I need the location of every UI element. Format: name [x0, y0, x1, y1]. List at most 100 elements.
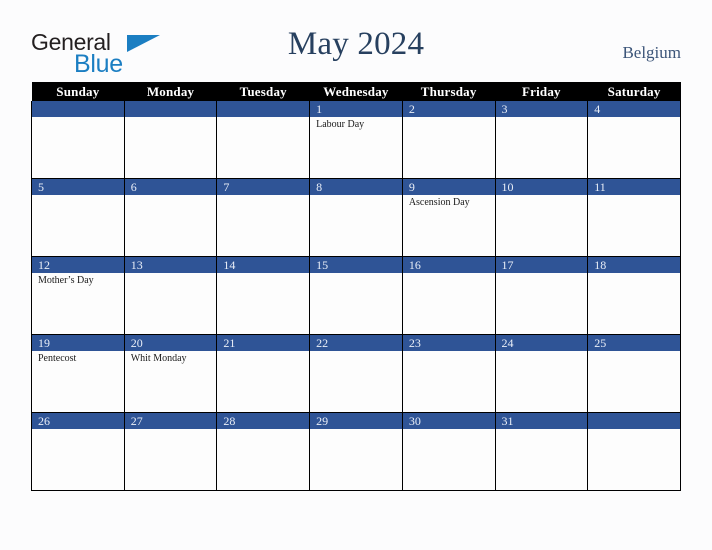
calendar-empty-cell	[123, 101, 218, 179]
calendar-day-cell[interactable]: 24	[494, 334, 589, 413]
page-header: General Blue May 2024 Belgium	[0, 0, 712, 80]
day-number: 22	[310, 335, 402, 351]
calendar-day-cell[interactable]: 19 Pentecost	[31, 334, 125, 413]
day-events	[310, 429, 402, 431]
calendar-day-cell[interactable]: 23	[401, 334, 496, 413]
day-events	[217, 117, 309, 119]
holiday-event: Ascension Day	[408, 197, 470, 208]
day-number: 3	[495, 101, 588, 117]
weekday-header-sunday: Sunday	[31, 82, 125, 101]
day-number: 21	[217, 335, 310, 351]
day-number: 26	[32, 413, 124, 429]
weekday-header-row: Sunday Monday Tuesday Wednesday Thursday…	[31, 82, 681, 101]
calendar-day-cell[interactable]: 4	[587, 101, 681, 179]
calendar-day-cell[interactable]: 31	[494, 412, 589, 491]
day-number: 7	[217, 179, 310, 195]
weekday-header-friday: Friday	[495, 82, 588, 101]
calendar-day-cell[interactable]: 10	[494, 178, 589, 257]
day-number: 30	[402, 413, 495, 429]
holiday-event: Pentecost	[38, 353, 77, 364]
calendar-day-cell[interactable]: 21	[216, 334, 311, 413]
day-number: 16	[402, 257, 495, 273]
calendar-day-cell[interactable]: 26	[31, 412, 125, 491]
holiday-event: Labour Day	[316, 119, 365, 130]
day-number: 5	[32, 179, 124, 195]
day-events	[403, 273, 495, 275]
day-number: 28	[217, 413, 310, 429]
day-number: 14	[217, 257, 310, 273]
calendar-day-cell[interactable]: 3	[494, 101, 589, 179]
day-events	[310, 273, 402, 275]
day-number: 31	[495, 413, 588, 429]
calendar-empty-cell	[31, 101, 125, 179]
day-events	[496, 195, 588, 197]
day-events	[403, 351, 495, 353]
day-number: 20	[124, 335, 217, 351]
day-events	[496, 273, 588, 275]
day-events	[588, 117, 680, 119]
day-events	[310, 195, 402, 197]
calendar-day-cell[interactable]: 29	[309, 412, 403, 491]
day-events	[403, 429, 495, 431]
day-events	[217, 351, 309, 353]
day-events	[125, 117, 217, 119]
day-events: Whit Monday	[125, 351, 217, 365]
day-number: 23	[402, 335, 495, 351]
day-number: 2	[402, 101, 495, 117]
calendar-day-cell[interactable]: 22	[309, 334, 403, 413]
calendar-day-cell[interactable]: 27	[123, 412, 218, 491]
calendar-week-row: 12 Mother’s Day 13 14 15 16 17 18	[31, 256, 681, 335]
day-number: 11	[588, 179, 680, 195]
day-events	[32, 429, 124, 431]
day-events	[125, 273, 217, 275]
calendar-day-cell[interactable]: 20 Whit Monday	[123, 334, 218, 413]
day-events	[125, 429, 217, 431]
day-events	[32, 117, 124, 119]
calendar-day-cell[interactable]: 13	[123, 256, 218, 335]
calendar-day-cell[interactable]: 1 Labour Day	[309, 101, 403, 179]
calendar-day-cell[interactable]: 25	[587, 334, 681, 413]
day-events	[32, 195, 124, 197]
day-number: 10	[495, 179, 588, 195]
day-number: 12	[32, 257, 124, 273]
calendar-day-cell[interactable]: 6	[123, 178, 218, 257]
weekday-header-tuesday: Tuesday	[216, 82, 310, 101]
day-events	[217, 195, 309, 197]
calendar-day-cell[interactable]: 15	[309, 256, 403, 335]
day-events	[496, 117, 588, 119]
day-number: 15	[310, 257, 402, 273]
day-events	[588, 195, 680, 197]
day-events	[496, 351, 588, 353]
day-number: 24	[495, 335, 588, 351]
calendar-day-cell[interactable]: 12 Mother’s Day	[31, 256, 125, 335]
calendar-week-row: 26 27 28 29 30 31	[31, 412, 681, 491]
calendar-day-cell[interactable]: 30	[401, 412, 496, 491]
holiday-event: Mother’s Day	[38, 275, 94, 286]
day-events	[588, 351, 680, 353]
day-number: 29	[310, 413, 402, 429]
calendar-day-cell[interactable]: 17	[494, 256, 589, 335]
weekday-header-monday: Monday	[124, 82, 217, 101]
calendar-day-cell[interactable]: 28	[216, 412, 311, 491]
calendar-week-row: 19 Pentecost 20 Whit Monday 21 22 23 24 25	[31, 334, 681, 413]
day-number: 18	[588, 257, 680, 273]
calendar-week-row: 5 6 7 8 9 Ascension Day 10 11	[31, 178, 681, 257]
calendar-header-row-group: Sunday Monday Tuesday Wednesday Thursday…	[31, 82, 681, 101]
calendar-day-cell[interactable]: 14	[216, 256, 311, 335]
day-number: 4	[588, 101, 680, 117]
calendar-day-cell[interactable]: 9 Ascension Day	[401, 178, 496, 257]
calendar-day-cell[interactable]: 2	[401, 101, 496, 179]
calendar-day-cell[interactable]: 11	[587, 178, 681, 257]
calendar-day-cell[interactable]: 7	[216, 178, 311, 257]
calendar-day-cell[interactable]: 18	[587, 256, 681, 335]
day-number: 6	[124, 179, 217, 195]
day-events: Labour Day	[310, 117, 402, 131]
calendar-day-cell[interactable]: 8	[309, 178, 403, 257]
weekday-header-wednesday: Wednesday	[309, 82, 403, 101]
day-events	[496, 429, 588, 431]
calendar-day-cell[interactable]: 16	[401, 256, 496, 335]
weekday-header-saturday: Saturday	[587, 82, 681, 101]
calendar-empty-cell	[587, 412, 681, 491]
calendar-day-cell[interactable]: 5	[31, 178, 125, 257]
calendar-empty-cell	[216, 101, 311, 179]
